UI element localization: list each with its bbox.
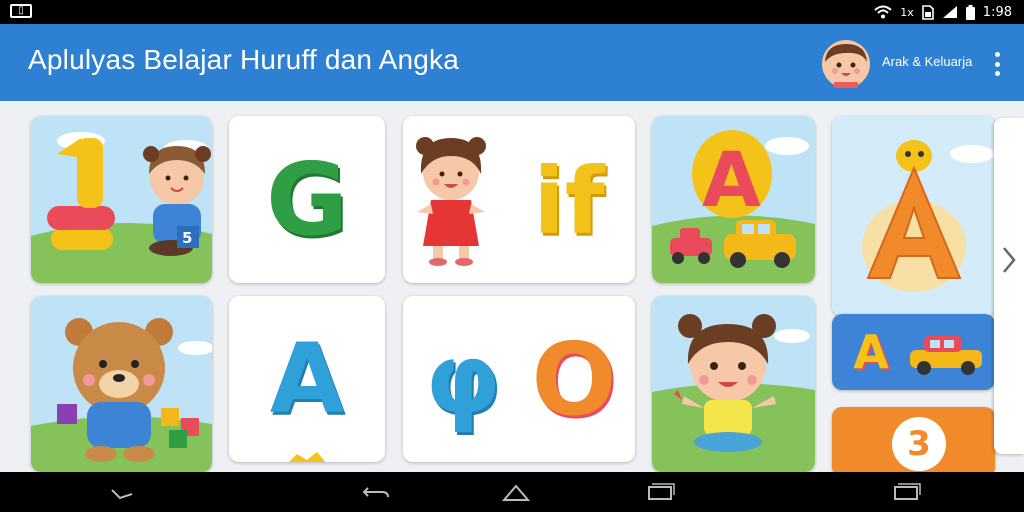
card-letter-a-orange[interactable] — [832, 116, 995, 316]
status-icons: 1x 1:98 — [874, 3, 1012, 21]
status-bar: ▯ 1x 1:98 — [0, 0, 1024, 24]
number-3: 3 — [907, 424, 931, 464]
letter-o: O — [531, 320, 617, 438]
card-number-3[interactable]: 3 — [832, 407, 995, 472]
orange-a-illustration — [832, 116, 995, 316]
card-letter-a-blue[interactable]: A — [229, 296, 385, 462]
home-icon[interactable] — [500, 480, 532, 504]
profile-avatar[interactable] — [822, 40, 870, 88]
cars-illustration: A — [652, 116, 815, 283]
chevron-right-icon — [1003, 247, 1016, 273]
cell-signal-icon — [942, 6, 957, 18]
card-letter-a-cars[interactable]: A — [652, 116, 815, 283]
sim-icon — [921, 4, 934, 20]
decoration-shape — [289, 452, 326, 462]
navigation-bar — [0, 472, 1024, 512]
card-number-1[interactable]: 5 — [31, 116, 212, 283]
back-alt-icon[interactable] — [106, 480, 138, 504]
letter-a: A — [269, 323, 345, 435]
battery-icon — [965, 4, 975, 20]
recents-icon[interactable] — [644, 480, 676, 504]
app-bar: Aplulyas Belajar Huruff dan Angka Arak &… — [0, 24, 1024, 101]
app-notification-icon: ▯ — [10, 4, 32, 18]
teddy-bear-illustration — [31, 296, 212, 472]
sitting-girl-illustration — [652, 296, 815, 472]
app-title: Aplulyas Belajar Huruff dan Angka — [28, 44, 460, 75]
letter-phi: φ — [425, 323, 501, 435]
number-badge: 3 — [892, 417, 946, 471]
card-letters-phi-o[interactable]: φ O — [403, 296, 635, 462]
card-letter-g[interactable]: G — [229, 116, 385, 283]
letter-g: G — [265, 141, 349, 258]
more-vert-icon[interactable] — [986, 50, 1008, 78]
svg-text:5: 5 — [182, 229, 192, 247]
svg-text:A: A — [702, 135, 761, 224]
card-bear[interactable] — [31, 296, 212, 472]
back-icon[interactable] — [360, 480, 392, 504]
wifi-icon — [874, 5, 892, 19]
clock: 1:98 — [982, 4, 1012, 20]
card-girl[interactable] — [652, 296, 815, 472]
letters-if: if — [533, 147, 605, 255]
car-icon — [910, 336, 982, 375]
profile-label[interactable]: Arak & Keluarja — [882, 54, 972, 69]
toddler-with-number-illustration: 5 — [31, 116, 212, 283]
content-grid: 5 G if A A φ O A 3 — [0, 101, 1024, 472]
letter-a-small: A — [853, 325, 889, 379]
card-letter-a-car-small[interactable]: A — [832, 314, 995, 390]
signal-label: 1x — [900, 5, 914, 19]
scroll-next-button[interactable] — [994, 118, 1024, 454]
child-face-icon — [822, 40, 870, 88]
recents-alt-icon[interactable] — [890, 480, 922, 504]
card-letters-if[interactable]: if — [403, 116, 635, 283]
